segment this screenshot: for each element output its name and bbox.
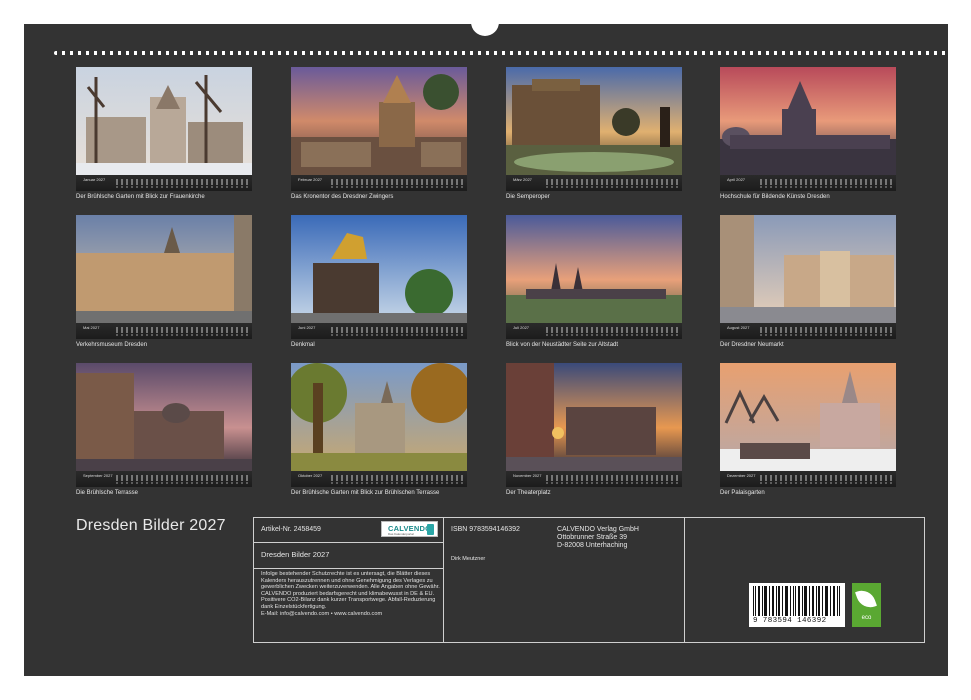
legal-text: Infolge bestehender Schutzrechte ist es … xyxy=(261,571,440,610)
barcode-bars xyxy=(753,586,840,616)
photo-februar: Februar 2027 xyxy=(291,67,467,191)
month-thumbnail-june: Juni 2027 Denkmal xyxy=(291,215,467,355)
month-thumbnail-september: September 2027 Die Brühlsche Terrasse xyxy=(76,363,252,503)
photo-caption: Die Semperoper xyxy=(506,194,550,200)
photo-august: August 2027 xyxy=(720,215,896,339)
photo-caption: Der Palaisgarten xyxy=(720,490,765,496)
eco-label: eco xyxy=(861,615,872,621)
month-name: Juli 2027 xyxy=(513,325,530,330)
month-thumbnail-december: Dezember 2027 Der Palaisgarten xyxy=(720,363,896,503)
photo-juli: Juli 2027 xyxy=(506,215,682,339)
photo-dezember: Dezember 2027 xyxy=(720,363,896,487)
contact-line: E-Mail: info@calvendo.com • www.calvendo… xyxy=(261,610,383,617)
photo-juni: Juni 2027 xyxy=(291,215,467,339)
legal-notice: Infolge bestehender Schutzrechte ist es … xyxy=(261,571,441,617)
photo-november: November 2027 xyxy=(506,363,682,487)
photo-oktober: Oktober 2027 xyxy=(291,363,467,487)
photo-caption: Verkehrsmuseum Dresden xyxy=(76,342,148,348)
publisher-name: CALVENDO Verlag GmbH xyxy=(557,526,639,533)
photo-caption: Der Brühlsche Garten mit Blick zur Fraue… xyxy=(76,194,205,200)
photo-caption: Denkmal xyxy=(291,342,315,348)
month-thumbnail-may: Mai 2027 Verkehrsmuseum Dresden xyxy=(76,215,252,355)
publisher-info-box: Artikel-Nr. 2458459 CALVENDO Das Kalende… xyxy=(253,517,925,643)
month-name: August 2027 xyxy=(727,325,750,330)
photo-caption: Das Kronentor des Dresdner Zwingers xyxy=(291,194,394,200)
photo-caption: Hochschule für Bildende Künste Dresden xyxy=(720,194,830,200)
month-name: Januar 2027 xyxy=(83,177,106,182)
publisher-street: Ottobrunner Straße 39 xyxy=(557,534,628,541)
isbn: ISBN 9783594146392 xyxy=(451,526,520,533)
month-name: September 2027 xyxy=(83,473,113,478)
month-name: Mai 2027 xyxy=(83,325,100,330)
month-thumbnail-march: März 2027 Die Semperoper xyxy=(506,67,682,207)
photo-caption: Die Brühlsche Terrasse xyxy=(76,490,138,496)
month-name: Dezember 2027 xyxy=(727,473,756,478)
publisher-city: D-82008 Unterhaching xyxy=(557,542,628,549)
month-thumbnail-october: Oktober 2027 Der Brühlsche Garten mit Bl… xyxy=(291,363,467,503)
month-name: April 2027 xyxy=(727,177,746,182)
logo-mark-icon xyxy=(427,524,434,535)
month-thumbnail-august: August 2027 Der Dresdner Neumarkt xyxy=(720,215,896,355)
photo-september: September 2027 xyxy=(76,363,252,487)
photo-caption: Der Brühlsche Garten mit Blick zur Brühl… xyxy=(291,490,440,496)
barcode-number: 9 783594 146392 xyxy=(753,617,827,625)
leaf-icon xyxy=(855,586,877,612)
month-name: Februar 2027 xyxy=(298,177,323,182)
article-number: Artikel-Nr. 2458459 xyxy=(261,526,321,533)
photo-april: April 2027 xyxy=(720,67,896,191)
photo-mai: Mai 2027 xyxy=(76,215,252,339)
month-thumbnail-january: Januar 2027 Der Brühlsche Garten mit Bli… xyxy=(76,67,252,207)
month-name: Oktober 2027 xyxy=(298,473,323,478)
month-name: März 2027 xyxy=(513,177,532,182)
photo-caption: Der Theaterplatz xyxy=(506,490,551,496)
logo-subtitle: Das Kalenderportal xyxy=(388,532,414,536)
author-name: Dirk Meutzner xyxy=(451,556,486,562)
photo-januar: Januar 2027 xyxy=(76,67,252,191)
month-thumbnail-february: Februar 2027 Das Kronentor des Dresdner … xyxy=(291,67,467,207)
month-name: November 2027 xyxy=(513,473,542,478)
calvendo-logo: CALVENDO Das Kalenderportal xyxy=(381,521,438,537)
info-title: Dresden Bilder 2027 xyxy=(261,550,330,559)
photo-maerz: März 2027 xyxy=(506,67,682,191)
month-thumbnail-november: November 2027 Der Theaterplatz xyxy=(506,363,682,503)
calendar-title: Dresden Bilder 2027 xyxy=(76,517,226,534)
month-thumbnail-july: Juli 2027 Blick von der Neustädter Seite… xyxy=(506,215,682,355)
month-name: Juni 2027 xyxy=(298,325,316,330)
calendar-back-sheet: Januar 2027 Der Brühlsche Garten mit Bli… xyxy=(24,24,948,676)
isbn-barcode: 9 783594 146392 xyxy=(749,583,845,627)
wire-binding xyxy=(54,51,948,55)
photo-caption: Der Dresdner Neumarkt xyxy=(720,342,784,348)
eco-badge: eco xyxy=(852,583,881,627)
month-thumbnail-april: April 2027 Hochschule für Bildende Künst… xyxy=(720,67,896,207)
photo-caption: Blick von der Neustädter Seite zur Altst… xyxy=(506,342,619,348)
